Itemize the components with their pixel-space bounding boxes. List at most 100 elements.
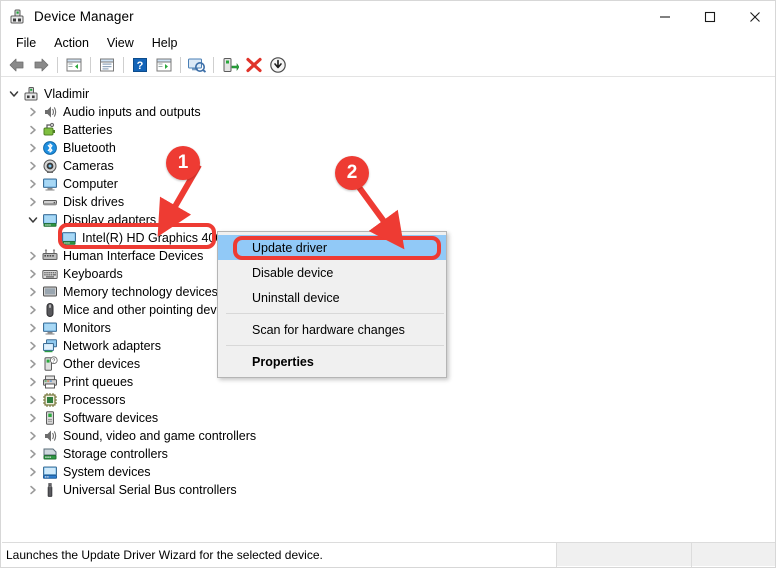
update-driver-icon[interactable] [218, 54, 242, 76]
chevron-right-icon[interactable] [25, 427, 41, 445]
chevron-right-icon[interactable] [25, 301, 41, 319]
show-hide-console-tree-icon[interactable] [62, 54, 86, 76]
speaker-icon [41, 428, 59, 444]
chevron-right-icon[interactable] [25, 265, 41, 283]
computer-root-icon [22, 86, 40, 102]
tree-item[interactable]: Batteries [2, 121, 775, 139]
tree-item[interactable]: System devices [2, 463, 775, 481]
mouse-icon [41, 302, 59, 318]
device-manager-icon [8, 8, 26, 26]
toolbar: ? [1, 53, 775, 77]
uninstall-device-icon[interactable] [242, 54, 266, 76]
status-bar: Launches the Update Driver Wizard for th… [2, 542, 775, 567]
tree-item[interactable]: Bluetooth [2, 139, 775, 157]
chevron-right-icon[interactable] [25, 445, 41, 463]
tree-item[interactable]: Display adapters [2, 211, 775, 229]
menu-file[interactable]: File [8, 34, 44, 52]
software-device-icon [41, 410, 59, 426]
tree-item[interactable]: Computer [2, 175, 775, 193]
toolbar-separator [180, 56, 181, 73]
window-controls [642, 1, 775, 32]
menu-help[interactable]: Help [144, 34, 186, 52]
ctx-properties[interactable]: Properties [218, 349, 446, 374]
chevron-right-icon[interactable] [25, 247, 41, 265]
chevron-right-icon[interactable] [25, 319, 41, 337]
printer-icon [41, 374, 59, 390]
context-menu-item-label: Uninstall device [252, 290, 340, 305]
tree-item[interactable]: Sound, video and game controllers [2, 427, 775, 445]
chevron-right-icon[interactable] [25, 337, 41, 355]
details-view-icon[interactable] [152, 54, 176, 76]
chevron-right-icon[interactable] [25, 193, 41, 211]
context-menu-separator [226, 313, 444, 314]
chevron-right-icon[interactable] [25, 121, 41, 139]
display-adapter-icon [41, 212, 59, 228]
menu-view[interactable]: View [99, 34, 142, 52]
close-button[interactable] [732, 1, 775, 32]
context-menu-separator [226, 345, 444, 346]
tree-item[interactable]: Disk drives [2, 193, 775, 211]
chevron-right-icon[interactable] [25, 283, 41, 301]
chevron-right-icon[interactable] [25, 463, 41, 481]
maximize-button[interactable] [687, 1, 732, 32]
ctx-scan-for-hardware-changes[interactable]: Scan for hardware changes [218, 317, 446, 342]
status-pane-1 [556, 542, 691, 567]
minimize-button[interactable] [642, 1, 687, 32]
toolbar-separator [57, 56, 58, 73]
tree-item-label: Monitors [63, 321, 111, 335]
context-menu-item-label: Disable device [252, 265, 334, 280]
chevron-right-icon[interactable] [25, 139, 41, 157]
tree-item[interactable]: Universal Serial Bus controllers [2, 481, 775, 499]
tree-item[interactable]: Processors [2, 391, 775, 409]
toolbar-separator [123, 56, 124, 73]
tree-root-item[interactable]: Vladimir [2, 85, 775, 103]
tree-item-label: Network adapters [63, 339, 161, 353]
chevron-right-icon[interactable] [25, 355, 41, 373]
scan-for-hardware-changes-icon[interactable] [185, 54, 209, 76]
disable-device-icon[interactable] [266, 54, 290, 76]
bluetooth-icon [41, 140, 59, 156]
menu-action[interactable]: Action [46, 34, 97, 52]
status-text: Launches the Update Driver Wizard for th… [2, 542, 556, 567]
chevron-down-icon[interactable] [25, 211, 41, 229]
tree-item[interactable]: Audio inputs and outputs [2, 103, 775, 121]
chevron-right-icon[interactable] [25, 409, 41, 427]
tree-item[interactable]: Cameras [2, 157, 775, 175]
disk-drive-icon [41, 194, 59, 210]
tree-item-label: Human Interface Devices [63, 249, 204, 263]
chevron-right-icon[interactable] [25, 391, 41, 409]
context-menu-item-label: Update driver [252, 240, 328, 255]
chevron-right-icon[interactable] [25, 103, 41, 121]
ctx-uninstall-device[interactable]: Uninstall device [218, 285, 446, 310]
battery-icon [41, 122, 59, 138]
system-device-icon [41, 464, 59, 480]
speaker-icon [41, 104, 59, 120]
chevron-right-icon[interactable] [25, 373, 41, 391]
back-icon[interactable] [5, 54, 29, 76]
help-icon[interactable]: ? [128, 54, 152, 76]
tree-item-label: Print queues [63, 375, 134, 389]
ctx-update-driver[interactable]: Update driver [218, 235, 446, 260]
chevron-down-icon[interactable] [6, 85, 22, 103]
properties-icon[interactable] [95, 54, 119, 76]
tree-item-label: Processors [63, 393, 126, 407]
tree-item-label: Memory technology devices [63, 285, 218, 299]
ctx-disable-device[interactable]: Disable device [218, 260, 446, 285]
display-adapter-icon [60, 230, 78, 246]
chevron-right-icon[interactable] [25, 157, 41, 175]
chevron-right-icon[interactable] [25, 175, 41, 193]
window-title: Device Manager [34, 9, 134, 24]
tree-item-label: Batteries [63, 123, 113, 137]
tree-item-label: Mice and other pointing devices [63, 303, 239, 317]
chevron-right-icon[interactable] [25, 481, 41, 499]
tree-item[interactable]: Storage controllers [2, 445, 775, 463]
context-menu[interactable]: Update driver Disable device Uninstall dev… [217, 231, 447, 378]
tree-item-label: Intel(R) HD Graphics 400 [82, 231, 223, 245]
toolbar-separator [90, 56, 91, 73]
monitor-icon [41, 320, 59, 336]
tree-item-label: Other devices [63, 357, 141, 371]
tree-item[interactable]: Software devices [2, 409, 775, 427]
forward-icon[interactable] [29, 54, 53, 76]
usb-icon [41, 482, 59, 498]
tree-item-label: Bluetooth [63, 141, 116, 155]
